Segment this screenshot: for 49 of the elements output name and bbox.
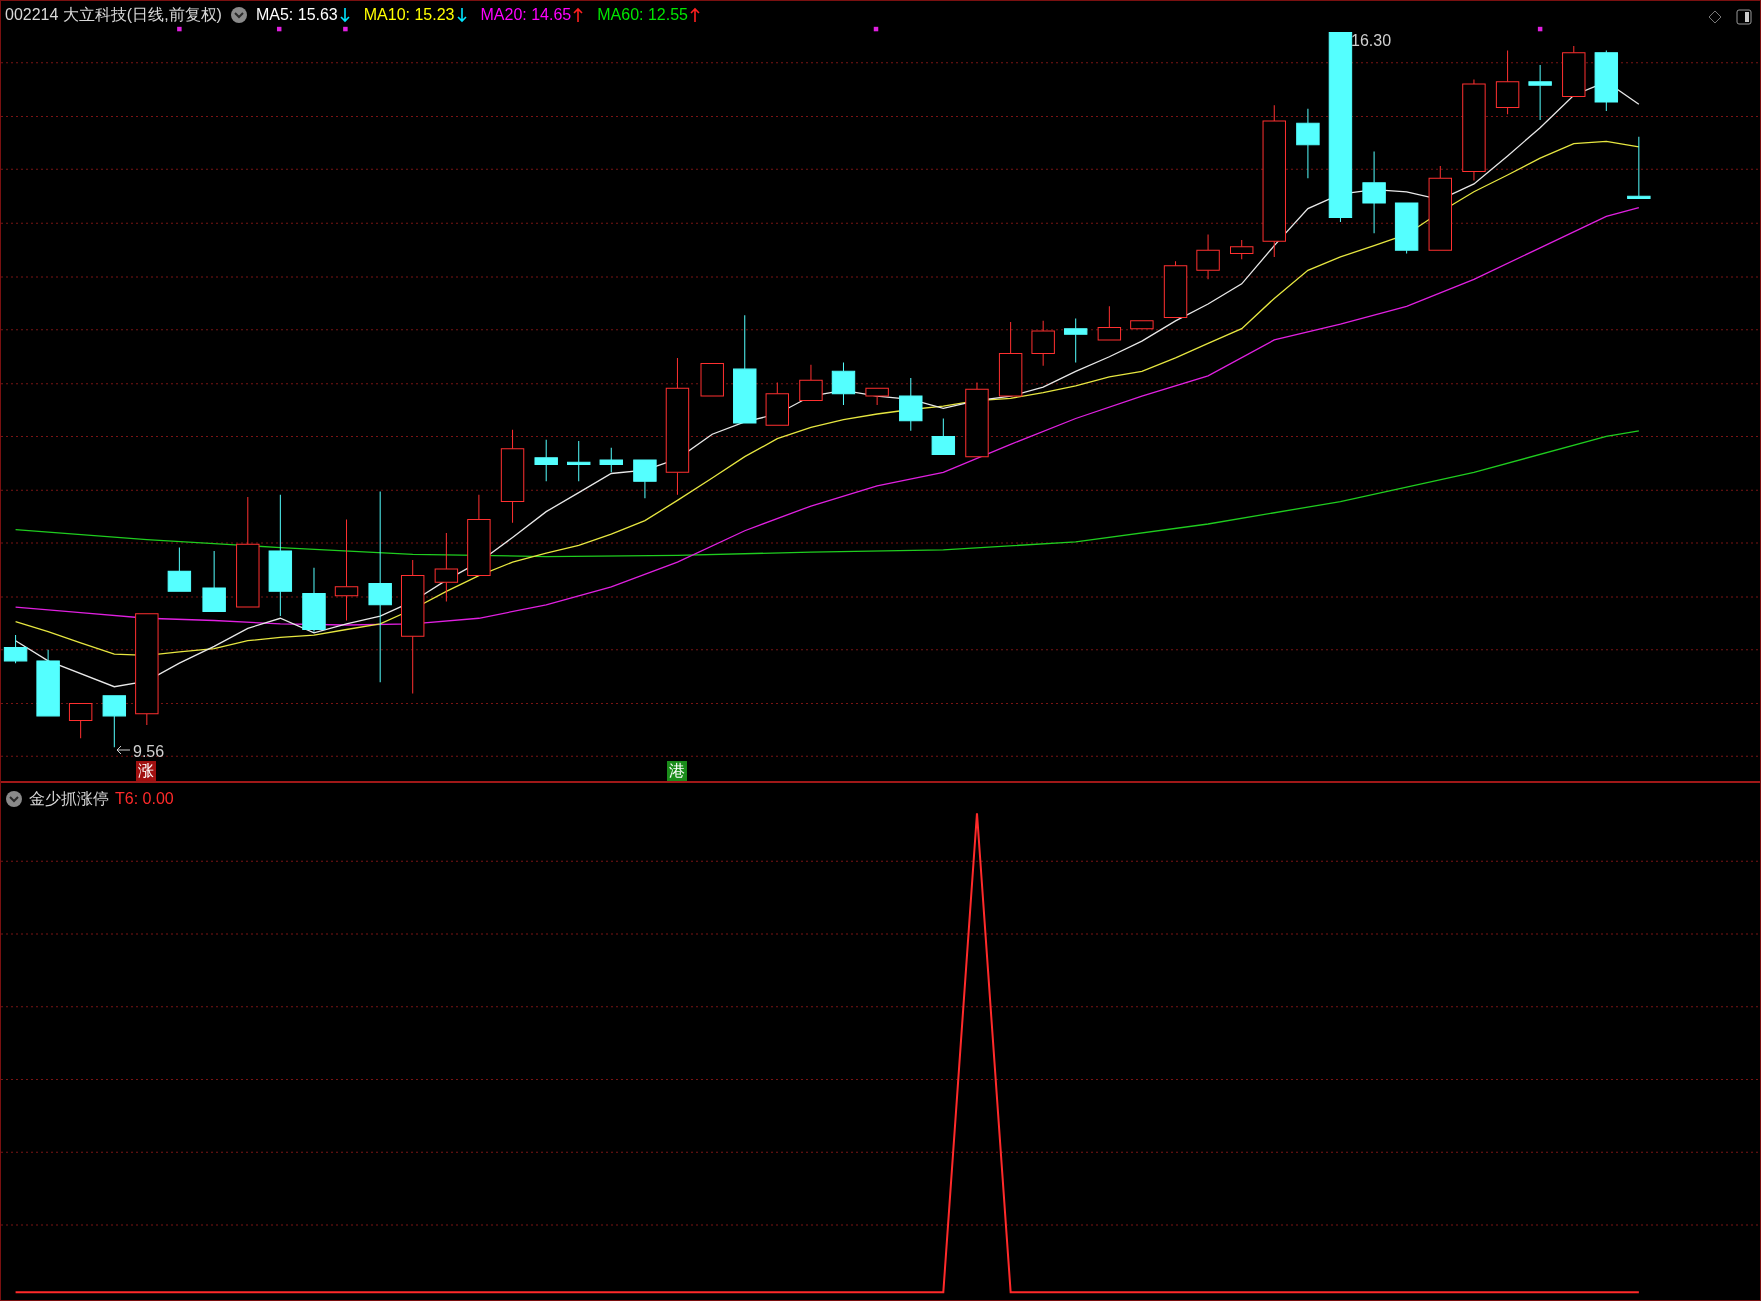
candlestick — [1230, 239, 1254, 260]
chart-title: 002214 大立科技(日线,前复权) — [5, 5, 222, 25]
candlestick — [633, 459, 657, 499]
candlestick — [202, 550, 226, 613]
candlestick — [1296, 108, 1320, 179]
candlestick — [1394, 202, 1419, 254]
candlestick — [1196, 233, 1220, 280]
candlestick — [534, 439, 558, 482]
indicator-value: MA20: 14.65 — [480, 5, 572, 25]
candlestick — [831, 361, 856, 406]
diamond-icon[interactable] — [1708, 10, 1722, 24]
candlestick — [68, 703, 93, 739]
indicator-reading: T6: 0.00 — [115, 789, 174, 809]
dropdown-icon[interactable] — [229, 6, 248, 24]
candlestick — [1528, 64, 1552, 121]
low-price-label: 9.56 — [133, 742, 165, 762]
signal-badge: 涨 — [136, 761, 156, 781]
signal-badge: 港 — [667, 761, 687, 781]
indicator-value: MA60: 12.55 — [597, 5, 688, 25]
candlestick — [1130, 320, 1154, 330]
candlestick — [567, 440, 591, 482]
arrow-left-icon — [115, 745, 131, 755]
indicator-value: MA10: 15.23 — [363, 5, 455, 25]
indicator-name: 金少抓涨停 — [29, 789, 109, 809]
candlestick — [1097, 305, 1122, 341]
candlestick — [1064, 318, 1088, 363]
high-price-label: 16.30 — [1351, 31, 1392, 51]
candlestick — [102, 695, 126, 748]
candlestick — [765, 382, 789, 426]
candlestick — [1562, 45, 1586, 97]
candlestick — [302, 567, 326, 633]
candlestick — [899, 377, 923, 432]
dropdown-icon[interactable] — [5, 790, 23, 808]
candlestick — [1495, 49, 1520, 115]
candlestick — [700, 363, 724, 397]
candlestick — [799, 364, 823, 402]
candlestick — [3, 634, 28, 664]
candlestick — [1594, 49, 1619, 112]
candlestick — [434, 532, 459, 602]
candlestick — [1163, 260, 1188, 318]
candlestick — [931, 418, 956, 455]
indicator-value: MA5: 15.63 — [255, 5, 338, 25]
candlestick — [1627, 136, 1651, 200]
candlestick — [36, 649, 60, 717]
candlestick — [865, 387, 889, 406]
candlestick — [599, 447, 623, 473]
panel-toggle-icon[interactable] — [1736, 9, 1752, 25]
candlestick — [167, 547, 192, 592]
candlestick — [1031, 320, 1055, 367]
